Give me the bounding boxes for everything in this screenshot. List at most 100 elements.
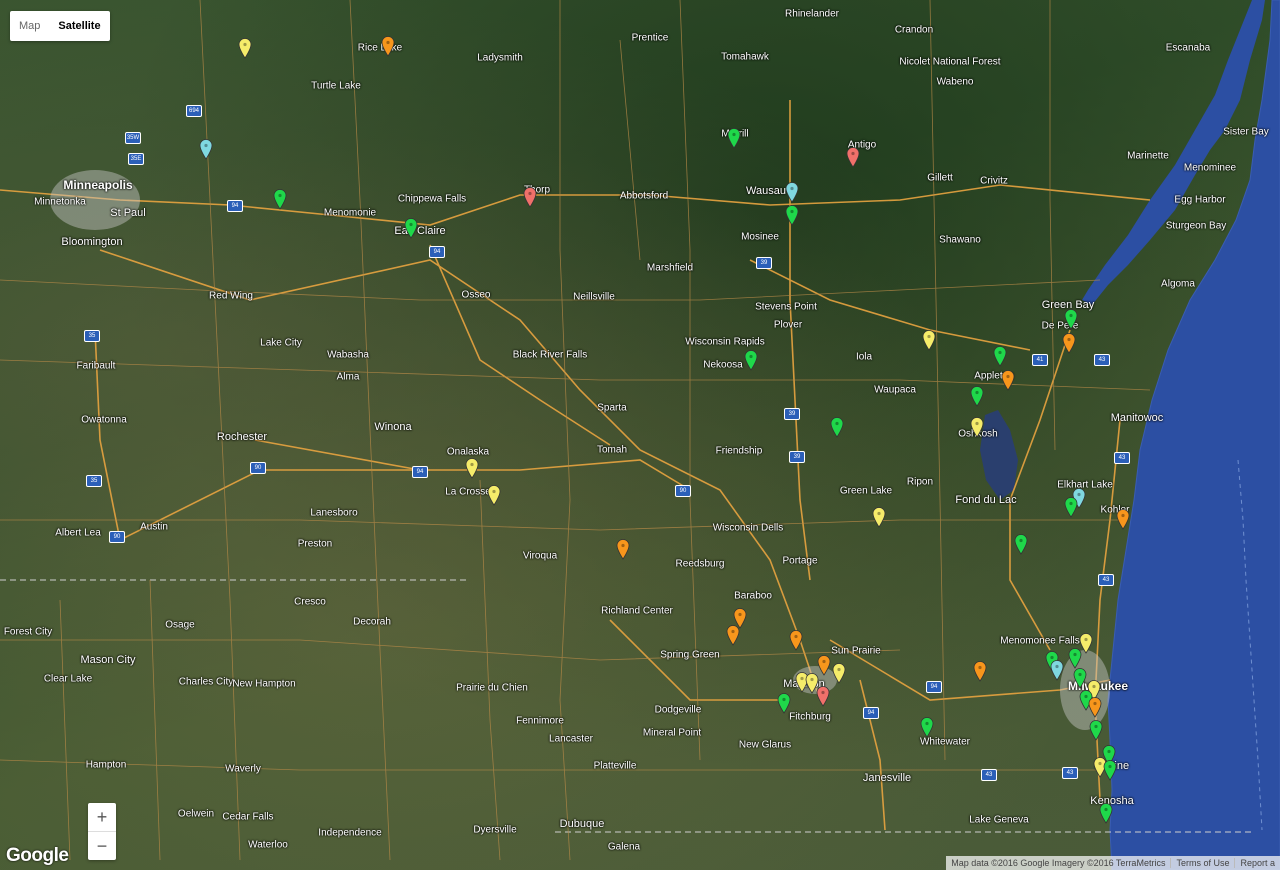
map-pin-icon[interactable] bbox=[465, 457, 479, 479]
place-label: Rice Lake bbox=[357, 42, 403, 54]
place-label: Faribault bbox=[76, 360, 116, 372]
map-pin-icon[interactable] bbox=[816, 685, 830, 707]
map-pin-icon[interactable] bbox=[1116, 508, 1130, 530]
place-label: Marinette bbox=[1127, 150, 1169, 162]
place-label: Minnetonka bbox=[34, 196, 86, 208]
place-label: Baraboo bbox=[734, 590, 772, 602]
place-label: Whitewater bbox=[919, 736, 971, 748]
place-label: Lanesboro bbox=[310, 507, 358, 519]
place-label: Viroqua bbox=[522, 550, 558, 562]
map-pin-icon[interactable] bbox=[199, 138, 213, 160]
map-pin-icon[interactable] bbox=[777, 692, 791, 714]
map-type-control: Map Satellite bbox=[10, 11, 110, 41]
place-label: Red Wing bbox=[209, 290, 253, 302]
place-label: Crivitz bbox=[980, 175, 1008, 187]
place-label: Mosinee bbox=[741, 231, 779, 243]
map-pin-icon[interactable] bbox=[993, 345, 1007, 367]
place-label: Wabeno bbox=[936, 76, 974, 88]
place-label: Mason City bbox=[80, 654, 136, 666]
place-label: Albert Lea bbox=[55, 527, 101, 539]
place-label: Wabasha bbox=[327, 349, 369, 361]
map-pin-icon[interactable] bbox=[1089, 719, 1103, 741]
place-label: Osseo bbox=[461, 289, 491, 301]
google-logo[interactable]: Google bbox=[6, 845, 69, 867]
place-label: Independence bbox=[318, 827, 382, 839]
map-pin-icon[interactable] bbox=[817, 654, 831, 676]
place-label: Janesville bbox=[862, 772, 912, 784]
map-pin-icon[interactable] bbox=[1001, 369, 1015, 391]
place-label: Portage bbox=[782, 555, 818, 567]
highway-shield-icon: 94 bbox=[863, 707, 879, 719]
place-label: Cresco bbox=[294, 596, 326, 608]
map-pin-icon[interactable] bbox=[1099, 802, 1113, 824]
highway-shield-icon: 35W bbox=[125, 132, 141, 144]
map-pin-icon[interactable] bbox=[1073, 667, 1087, 689]
place-label: Tomahawk bbox=[721, 51, 769, 63]
place-label: Crandon bbox=[894, 24, 934, 36]
map-pin-icon[interactable] bbox=[727, 127, 741, 149]
map-pin-icon[interactable] bbox=[1050, 659, 1064, 681]
map-pin-icon[interactable] bbox=[726, 624, 740, 646]
lake-winnebago bbox=[980, 410, 1018, 500]
map-pin-icon[interactable] bbox=[920, 716, 934, 738]
map-pin-icon[interactable] bbox=[1062, 332, 1076, 354]
terms-of-use-link[interactable]: Terms of Use bbox=[1170, 858, 1234, 868]
map-type-map-button[interactable]: Map bbox=[10, 11, 49, 41]
map-pin-icon[interactable] bbox=[1064, 308, 1078, 330]
map-pin-icon[interactable] bbox=[238, 37, 252, 59]
place-label: Forest City bbox=[3, 626, 53, 638]
highway-shield-icon: 43 bbox=[1098, 574, 1114, 586]
place-label: Fennimore bbox=[516, 715, 564, 727]
map-type-satellite-button[interactable]: Satellite bbox=[49, 11, 109, 41]
map-pin-icon[interactable] bbox=[973, 660, 987, 682]
place-label: Tomah bbox=[596, 444, 628, 456]
highway-shield-icon: 39 bbox=[756, 257, 772, 269]
highway-shield-icon: 94 bbox=[227, 200, 243, 212]
place-label: Dubuque bbox=[559, 818, 605, 830]
map-pin-icon[interactable] bbox=[830, 416, 844, 438]
map-pin-icon[interactable] bbox=[1103, 759, 1117, 781]
place-label: Platteville bbox=[593, 760, 637, 772]
place-label: Wisconsin Dells bbox=[712, 522, 784, 534]
map-pin-icon[interactable] bbox=[1088, 696, 1102, 718]
highway-shield-icon: 43 bbox=[1114, 452, 1130, 464]
map-view[interactable]: Minneapolis St Paul Minnetonka Bloomington R… bbox=[0, 0, 1280, 870]
map-pin-icon[interactable] bbox=[523, 186, 537, 208]
place-label: New Hampton bbox=[232, 678, 296, 690]
highway-shield-icon: 39 bbox=[784, 408, 800, 420]
map-pin-icon[interactable] bbox=[846, 146, 860, 168]
place-label: Iola bbox=[855, 351, 873, 363]
highway-shield-icon: 94 bbox=[926, 681, 942, 693]
report-link[interactable]: Report a bbox=[1234, 858, 1280, 868]
place-label: Sparta bbox=[597, 402, 627, 414]
place-label: Austin bbox=[140, 521, 168, 533]
place-label: La Crosse bbox=[445, 486, 491, 498]
zoom-in-button[interactable]: + bbox=[88, 803, 116, 831]
zoom-out-button[interactable]: − bbox=[88, 831, 116, 860]
map-pin-icon[interactable] bbox=[922, 329, 936, 351]
map-pin-icon[interactable] bbox=[1014, 533, 1028, 555]
map-pin-icon[interactable] bbox=[744, 349, 758, 371]
map-pin-icon[interactable] bbox=[970, 385, 984, 407]
map-pin-icon[interactable] bbox=[487, 484, 501, 506]
place-label: Charles City bbox=[178, 676, 234, 688]
place-label: Wisconsin Rapids bbox=[685, 336, 765, 348]
map-pin-icon[interactable] bbox=[381, 35, 395, 57]
map-pin-icon[interactable] bbox=[832, 662, 846, 684]
place-label: Spring Green bbox=[660, 649, 720, 661]
map-pin-icon[interactable] bbox=[872, 506, 886, 528]
map-pin-icon[interactable] bbox=[970, 416, 984, 438]
place-label: Ladysmith bbox=[477, 52, 523, 64]
highway-shield-icon: 43 bbox=[1094, 354, 1110, 366]
map-pin-icon[interactable] bbox=[404, 217, 418, 239]
place-label: Rochester bbox=[216, 431, 268, 443]
map-pin-icon[interactable] bbox=[1064, 496, 1078, 518]
map-pin-icon[interactable] bbox=[789, 629, 803, 651]
place-label: Hampton bbox=[85, 759, 127, 771]
map-pin-icon[interactable] bbox=[616, 538, 630, 560]
map-pin-icon[interactable] bbox=[273, 188, 287, 210]
map-pin-icon[interactable] bbox=[1068, 647, 1082, 669]
map-pin-icon[interactable] bbox=[785, 204, 799, 226]
map-pin-icon[interactable] bbox=[785, 181, 799, 203]
place-label: Algoma bbox=[1161, 278, 1195, 290]
